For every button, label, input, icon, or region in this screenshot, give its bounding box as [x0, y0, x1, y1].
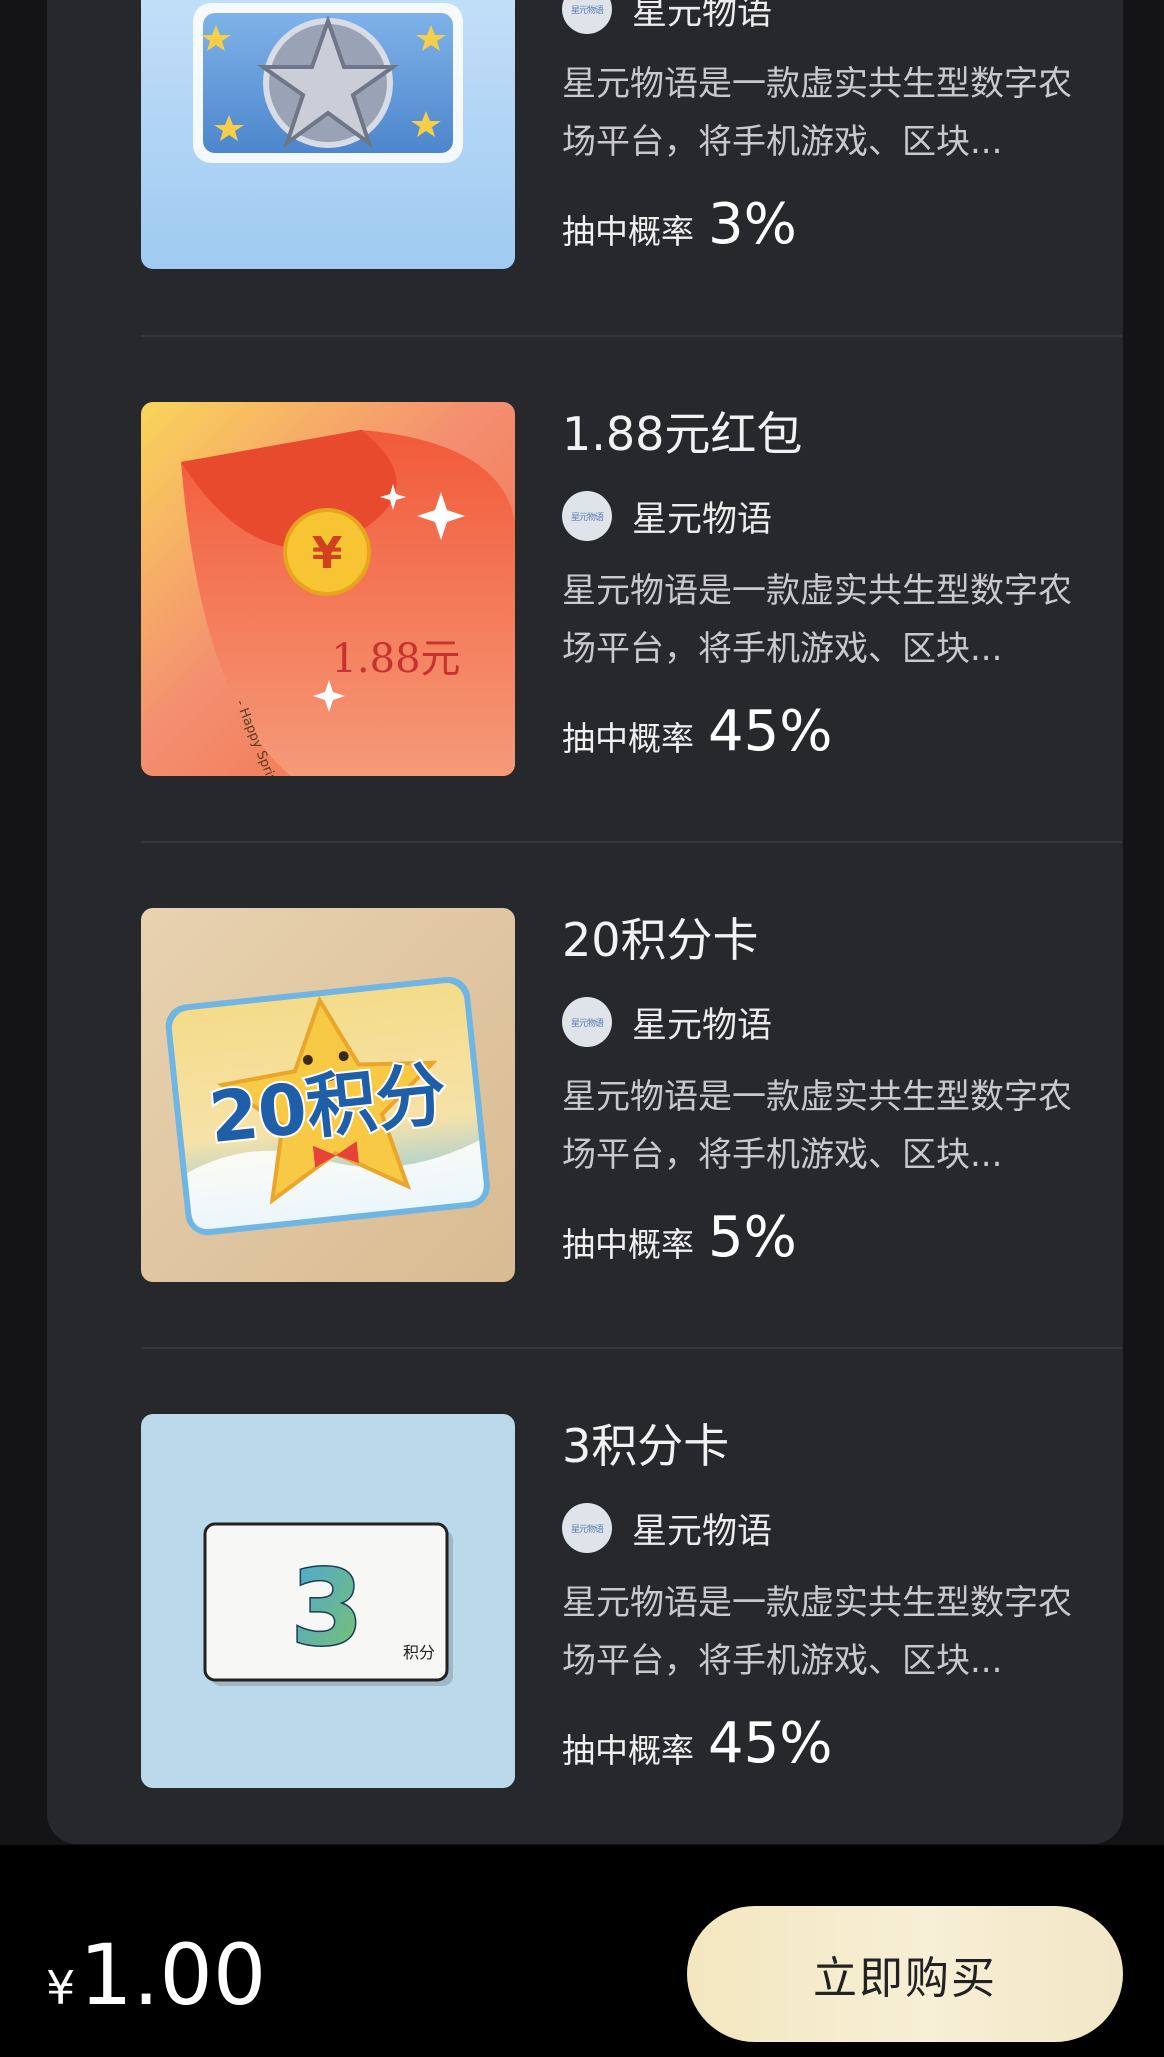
- brand-row: 星元物语 星元物语: [562, 996, 772, 1048]
- brand-name: 星元物语: [632, 1511, 773, 1552]
- points-card-icon: 3 积分: [141, 1414, 515, 1788]
- prize-description: 星元物语是一款虚实共生型数字农场平台，将手机游戏、区块...: [562, 64, 1072, 162]
- prize-name: 20积分卡: [562, 913, 759, 967]
- star-badge-coupon-icon: [141, 0, 515, 269]
- brand-row: 星元物语 星元物语: [562, 1502, 772, 1554]
- brand-logo: 星元物语: [562, 1503, 612, 1553]
- prize-description: 星元物语是一款虚实共生型数字农场平台，将手机游戏、区块...: [562, 571, 1072, 669]
- prize-odds: 抽中概率 3%: [562, 195, 797, 255]
- brand-logo: 星元物语: [562, 491, 612, 541]
- prize-description: 星元物语是一款虚实共生型数字农场平台，将手机游戏、区块...: [562, 1583, 1072, 1681]
- odds-label: 抽中概率: [562, 1225, 694, 1264]
- odds-value: 45%: [708, 699, 833, 764]
- prize-item[interactable]: 星元物语 星元物语 星元物语是一款虚实共生型数字农场平台，将手机游戏、区块...…: [94, 0, 1122, 269]
- odds-label: 抽中概率: [562, 1731, 694, 1770]
- svg-text:积分: 积分: [403, 1643, 435, 1662]
- prize-image-red-envelope: ¥ 1.88元 - Happy Spring Festival -: [141, 402, 515, 776]
- prize-image-star-badge: [141, 0, 515, 269]
- brand-logo: 星元物语: [562, 997, 612, 1047]
- odds-value: 5%: [708, 1205, 797, 1270]
- odds-value: 3%: [708, 192, 797, 257]
- brand-name: 星元物语: [632, 0, 773, 33]
- price-amount: 1.00: [79, 1926, 267, 2024]
- red-envelope-icon: ¥ 1.88元 - Happy Spring Festival -: [141, 402, 515, 776]
- prize-item[interactable]: ¥ 1.88元 - Happy Spring Festival - 1.88元红…: [94, 402, 1122, 776]
- svg-text:¥: ¥: [312, 528, 343, 579]
- prize-odds: 抽中概率 45%: [562, 1714, 832, 1774]
- prize-odds: 抽中概率 45%: [562, 702, 832, 762]
- odds-label: 抽中概率: [562, 719, 694, 758]
- prize-image-small-points-card: 3 积分: [141, 1414, 515, 1788]
- prize-image-points-card: 20积分: [141, 908, 515, 1282]
- divider: [141, 335, 1122, 337]
- brand-row: 星元物语 星元物语: [562, 490, 772, 542]
- prize-item[interactable]: 20积分 20积分卡 星元物语 星元物语 星元物语是一款虚实共生型数字农场平台，…: [94, 908, 1122, 1282]
- odds-value: 45%: [708, 1711, 833, 1776]
- buy-now-button[interactable]: 立即购买: [687, 1906, 1123, 2042]
- prize-name: 3积分卡: [562, 1419, 730, 1473]
- prize-description: 星元物语是一款虚实共生型数字农场平台，将手机游戏、区块...: [562, 1077, 1072, 1175]
- svg-text:3: 3: [291, 1547, 363, 1669]
- brand-name: 星元物语: [632, 1005, 773, 1046]
- prize-name: 1.88元红包: [562, 407, 803, 461]
- prize-odds: 抽中概率 5%: [562, 1208, 797, 1268]
- price: ¥ 1.00: [46, 1930, 266, 2020]
- divider: [141, 841, 1122, 843]
- brand-row: 星元物语 星元物语: [562, 0, 772, 35]
- prize-list-card: 星元物语 星元物语 星元物语是一款虚实共生型数字农场平台，将手机游戏、区块...…: [47, 0, 1123, 1844]
- odds-label: 抽中概率: [562, 212, 694, 251]
- currency-symbol: ¥: [46, 1961, 76, 2015]
- divider: [141, 1347, 1122, 1349]
- star-points-card-icon: 20积分: [141, 908, 515, 1282]
- brand-logo: 星元物语: [562, 0, 612, 34]
- svg-text:1.88元: 1.88元: [331, 636, 460, 682]
- prize-item[interactable]: 3 积分 3积分卡 星元物语 星元物语 星元物语是一款虚实共生型数字农场平台，将…: [94, 1414, 1122, 1788]
- brand-name: 星元物语: [632, 499, 773, 540]
